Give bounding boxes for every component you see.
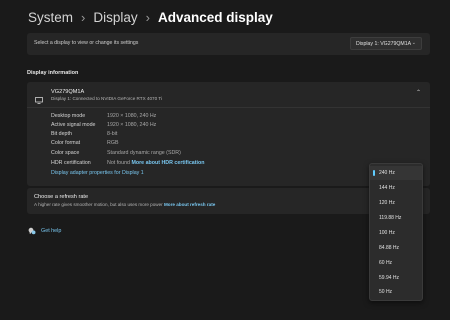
refresh-rate-title: Choose a refresh rate	[34, 194, 89, 200]
display-select-value: Display 1: VG279QM1A	[356, 41, 412, 47]
display-select-dropdown[interactable]: Display 1: VG279QM1A ⌄	[350, 37, 422, 50]
divider	[27, 107, 430, 108]
hdr-value: Not found	[107, 160, 130, 166]
help-icon	[28, 222, 36, 240]
display-select-label: Select a display to view or change its s…	[34, 40, 139, 46]
get-help-link[interactable]: Get help	[28, 226, 61, 236]
display-select-card: Select a display to view or change its s…	[27, 33, 430, 55]
breadcrumb-system[interactable]: System	[28, 10, 73, 25]
display-adapter-properties-link[interactable]: Display adapter properties for Display 1	[51, 170, 144, 176]
info-key: Desktop mode	[51, 113, 86, 119]
refresh-rate-link[interactable]: More about refresh rate	[164, 202, 215, 207]
info-key: Color space	[51, 150, 80, 156]
hdr-certification-link[interactable]: More about HDR certification	[131, 160, 204, 166]
info-key: HDR certification	[51, 160, 91, 166]
refresh-rate-option[interactable]: 144 Hz	[370, 181, 422, 195]
chevron-down-icon: ⌄	[411, 40, 416, 46]
option-label: 50 Hz	[379, 289, 393, 295]
info-key: Active signal mode	[51, 122, 96, 128]
option-label: 240 Hz	[379, 170, 395, 176]
info-value: Not found More about HDR certification	[107, 160, 204, 166]
refresh-rate-option[interactable]: 84.88 Hz	[370, 241, 422, 255]
info-key: Bit depth	[51, 131, 72, 137]
breadcrumb-display[interactable]: Display	[93, 10, 137, 25]
refresh-rate-option[interactable]: 119.88 Hz	[370, 211, 422, 225]
option-label: 84.88 Hz	[379, 245, 400, 251]
option-label: 119.88 Hz	[379, 215, 402, 221]
breadcrumb: System › Display › Advanced display	[28, 7, 273, 27]
refresh-rate-description: A higher rate gives smoother motion, but…	[34, 202, 215, 207]
option-label: 120 Hz	[379, 200, 395, 206]
breadcrumb-separator-icon: ›	[81, 9, 86, 25]
option-label: 59.94 Hz	[379, 275, 400, 281]
page-title: Advanced display	[157, 9, 273, 25]
breadcrumb-separator-icon: ›	[145, 9, 150, 25]
info-value: 8-bit	[107, 131, 118, 137]
option-label: 144 Hz	[379, 185, 395, 191]
info-key: Color format	[51, 140, 81, 146]
refresh-rate-option[interactable]: 100 Hz	[370, 226, 422, 240]
option-label: 60 Hz	[379, 260, 393, 266]
refresh-rate-option[interactable]: 240 Hz	[370, 166, 422, 180]
info-value: 1920 × 1080, 240 Hz	[107, 122, 157, 128]
monitor-name: VG279QM1A	[51, 89, 85, 95]
refresh-rate-option[interactable]: 60 Hz	[370, 256, 422, 270]
refresh-rate-dropdown-menu: 240 Hz 144 Hz 120 Hz 119.88 Hz 100 Hz 84…	[369, 163, 423, 301]
option-label: 100 Hz	[379, 230, 395, 236]
section-title-display-information: Display information	[27, 70, 79, 76]
chevron-up-icon[interactable]: ⌃	[416, 89, 421, 96]
refresh-rate-option[interactable]: 59.94 Hz	[370, 271, 422, 285]
refresh-rate-option[interactable]: 120 Hz	[370, 196, 422, 210]
info-value: 1920 × 1080, 240 Hz	[107, 113, 157, 119]
get-help-label: Get help	[41, 228, 62, 234]
info-value: RGB	[107, 140, 119, 146]
refresh-rate-description-text: A higher rate gives smoother motion, but…	[34, 202, 163, 207]
monitor-subtitle: Display 1: Connected to NVIDIA GeForce R…	[51, 96, 162, 101]
refresh-rate-option[interactable]: 50 Hz	[370, 285, 422, 299]
info-value: Standard dynamic range (SDR)	[107, 150, 181, 156]
